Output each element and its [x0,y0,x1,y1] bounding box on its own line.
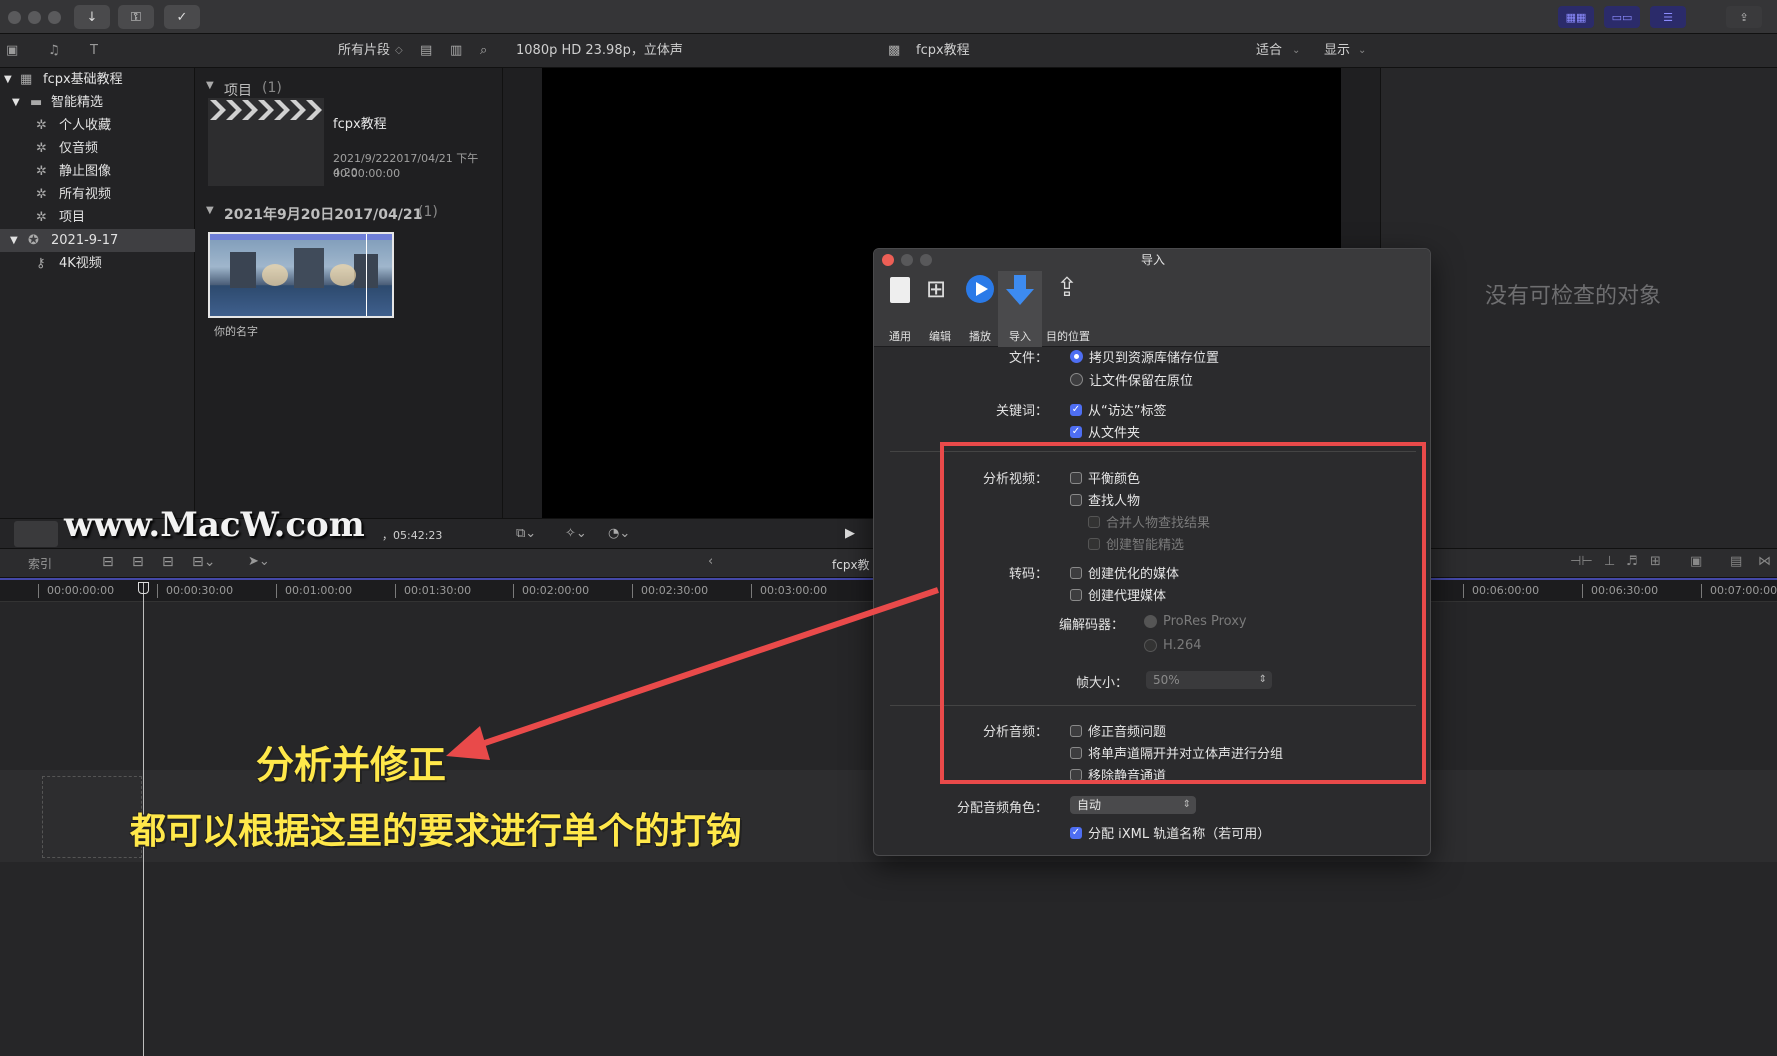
callout-text: 分析并修正 [256,743,447,787]
caption-text: 都可以根据这里的要求进行单个的打钩 [130,811,743,852]
watermark-text: www.MacW.com [64,505,365,545]
